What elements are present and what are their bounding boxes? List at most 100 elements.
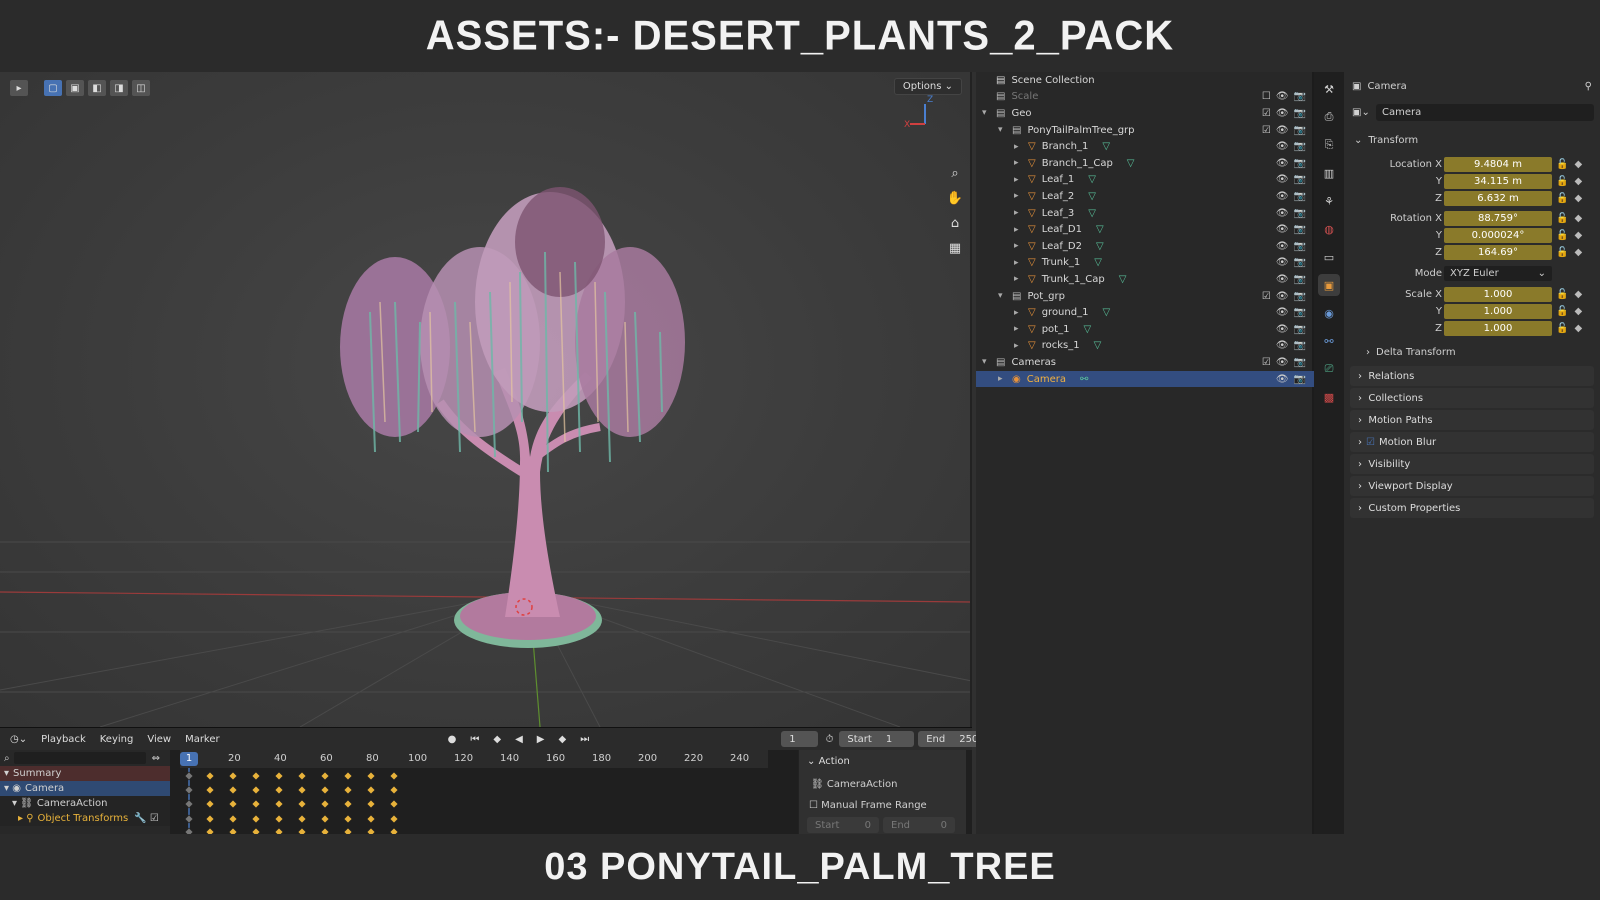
- keyframe-diamond[interactable]: [389, 771, 399, 781]
- 3d-viewport[interactable]: ▸ ▢ ▣ ◧ ◨ ◫ Options ⌄ Z X ⌕ ✋ ⌂ ▦: [0, 72, 972, 727]
- keyframe-diamond[interactable]: [320, 799, 330, 809]
- keyframe-icon[interactable]: ◆: [1574, 323, 1582, 334]
- render-camera-icon[interactable]: 📷: [1294, 274, 1306, 285]
- keyframe-diamond[interactable]: [389, 814, 399, 824]
- exclude-checkbox-icon[interactable]: ☑: [1262, 125, 1271, 136]
- scale-z-field[interactable]: 1.000: [1444, 320, 1552, 336]
- delta-transform-row[interactable]: › Delta Transform: [1344, 344, 1600, 360]
- rotation-y-field[interactable]: 0.000024°: [1444, 227, 1552, 243]
- keyframe-diamond[interactable]: [184, 814, 194, 824]
- outliner-row[interactable]: ▸ ▽ Leaf_2 ▽ 👁 📷: [976, 188, 1314, 205]
- channel-camera[interactable]: ▾ ◉ Camera: [0, 781, 170, 796]
- keyframe-diamond[interactable]: [251, 771, 261, 781]
- manual-range-row[interactable]: ☐ Manual Frame Range: [799, 796, 966, 815]
- lock-icon[interactable]: 🔓: [1556, 323, 1568, 334]
- keyframe-diamond[interactable]: [297, 771, 307, 781]
- render-camera-icon[interactable]: 📷: [1294, 108, 1306, 119]
- render-camera-icon[interactable]: 📷: [1294, 374, 1306, 385]
- exclude-checkbox-icon[interactable]: ☑: [1262, 108, 1271, 119]
- outliner-row[interactable]: ▾ ▤ Cameras ☑ 👁 📷: [976, 354, 1314, 371]
- location-y-field[interactable]: 34.115 m: [1444, 173, 1552, 189]
- keyframe-area[interactable]: [180, 768, 768, 835]
- constraints-tab-icon[interactable]: ⚯: [1318, 330, 1340, 352]
- keyframe-diamond[interactable]: [205, 814, 215, 824]
- keyframe-diamond[interactable]: [343, 814, 353, 824]
- play-icon[interactable]: ▶: [537, 734, 545, 745]
- scale-x-field[interactable]: 1.000: [1444, 286, 1552, 302]
- mesh-data-icon[interactable]: ▽: [1096, 241, 1104, 252]
- outliner-row[interactable]: ▸ ◉ Camera ⚯ 👁 📷: [976, 370, 1314, 388]
- play-reverse-icon[interactable]: ◀: [515, 734, 523, 745]
- keyframe-diamond[interactable]: [228, 799, 238, 809]
- outliner-row[interactable]: ▸ ▽ Leaf_3 ▽ 👁 📷: [976, 205, 1314, 222]
- keyframe-diamond[interactable]: [184, 785, 194, 795]
- camera-data-icon[interactable]: ⚯: [1080, 374, 1088, 385]
- stopwatch-icon[interactable]: ⏱: [826, 734, 834, 745]
- exclude-checkbox-icon[interactable]: ☑: [1262, 357, 1271, 368]
- expand-right-icon[interactable]: ▸: [1014, 191, 1028, 201]
- render-camera-icon[interactable]: 📷: [1294, 91, 1306, 102]
- lock-icon[interactable]: 🔓: [1556, 247, 1568, 258]
- keyframe-icon[interactable]: ◆: [1574, 159, 1582, 170]
- eye-icon[interactable]: 👁: [1276, 307, 1289, 318]
- outliner-row[interactable]: ▸ ▽ Leaf_1 ▽ 👁 📷: [976, 172, 1314, 189]
- expand-right-icon[interactable]: ▸: [1014, 308, 1028, 318]
- expand-right-icon[interactable]: ▸: [1014, 158, 1028, 168]
- render-camera-icon[interactable]: 📷: [1294, 340, 1306, 351]
- menu-keying[interactable]: Keying: [100, 734, 134, 745]
- eye-icon[interactable]: 👁: [1276, 340, 1289, 351]
- render-camera-icon[interactable]: 📷: [1294, 291, 1306, 302]
- expand-right-icon[interactable]: ▸: [1014, 274, 1028, 284]
- outliner-row[interactable]: ▸ ▽ rocks_1 ▽ 👁 📷: [976, 338, 1314, 355]
- swap-icon[interactable]: ⇔: [152, 753, 160, 764]
- panel-collections[interactable]: › Collections: [1350, 388, 1594, 408]
- eye-icon[interactable]: 👁: [1276, 357, 1289, 368]
- transform-header[interactable]: ⌄ Transform: [1344, 132, 1600, 148]
- lock-icon[interactable]: 🔓: [1556, 193, 1568, 204]
- camera-view-icon[interactable]: ⌂: [944, 212, 966, 234]
- render-camera-icon[interactable]: 📷: [1294, 257, 1306, 268]
- keyframe-icon[interactable]: ◆: [1574, 213, 1582, 224]
- tool-tab-icon[interactable]: ⚒: [1318, 78, 1340, 100]
- object-tab-icon[interactable]: ▣: [1318, 274, 1340, 296]
- jump-start-icon[interactable]: ⏮: [470, 734, 479, 745]
- keyframe-diamond[interactable]: [274, 799, 284, 809]
- keyframe-diamond[interactable]: [366, 771, 376, 781]
- outliner-row[interactable]: ▾ ▤ Geo ☑ 👁 📷: [976, 105, 1314, 122]
- mesh-data-icon[interactable]: ▽: [1094, 340, 1102, 351]
- lock-icon[interactable]: 🔓: [1556, 159, 1568, 170]
- panel-relations[interactable]: › Relations: [1350, 366, 1594, 386]
- exclude-checkbox-icon[interactable]: ☐: [1262, 91, 1271, 102]
- editor-type-icon[interactable]: ◷⌄: [10, 734, 27, 745]
- eye-icon[interactable]: 👁: [1276, 141, 1289, 152]
- jump-end-icon[interactable]: ⏭: [580, 734, 589, 745]
- keyframe-diamond[interactable]: [228, 771, 238, 781]
- expand-down-icon[interactable]: ▾: [982, 357, 996, 367]
- keyframe-diamond[interactable]: [320, 814, 330, 824]
- checkbox-icon[interactable]: ☑: [1366, 437, 1375, 448]
- channel-transforms[interactable]: ▸ ⚲ Object Transforms 🔧 ☑: [0, 811, 170, 826]
- mesh-data-icon[interactable]: ▽: [1127, 158, 1135, 169]
- world-tab-icon[interactable]: ◍: [1318, 218, 1340, 240]
- scale-y-field[interactable]: 1.000: [1444, 303, 1552, 319]
- texture-tab-icon[interactable]: ▩: [1318, 386, 1340, 408]
- outliner-row[interactable]: ▸ ▽ Trunk_1_Cap ▽ 👁 📷: [976, 271, 1314, 288]
- expand-right-icon[interactable]: ▸: [998, 374, 1012, 384]
- channel-action[interactable]: ▾ ⛓ CameraAction: [0, 796, 170, 811]
- lock-icon[interactable]: 🔓: [1556, 176, 1568, 187]
- outliner-row[interactable]: ▸ ▽ Branch_1_Cap ▽ 👁 📷: [976, 155, 1314, 172]
- channel-search[interactable]: ⌕ ⇔: [0, 750, 170, 766]
- expand-right-icon[interactable]: ▸: [1014, 324, 1028, 334]
- lock-icon[interactable]: 🔓: [1556, 213, 1568, 224]
- exclude-checkbox-icon[interactable]: ☑: [1262, 291, 1271, 302]
- keyframe-diamond[interactable]: [320, 785, 330, 795]
- collection-tab-icon[interactable]: ▭: [1318, 246, 1340, 268]
- menu-playback[interactable]: Playback: [41, 734, 86, 745]
- zoom-icon[interactable]: ⌕: [944, 162, 966, 184]
- mesh-data-icon[interactable]: ▽: [1088, 174, 1096, 185]
- location-z-field[interactable]: 6.632 m: [1444, 190, 1552, 206]
- eye-icon[interactable]: 👁: [1276, 91, 1289, 102]
- keyframe-diamond[interactable]: [297, 785, 307, 795]
- eye-icon[interactable]: 👁: [1276, 224, 1289, 235]
- current-frame-field[interactable]: 1: [781, 731, 818, 747]
